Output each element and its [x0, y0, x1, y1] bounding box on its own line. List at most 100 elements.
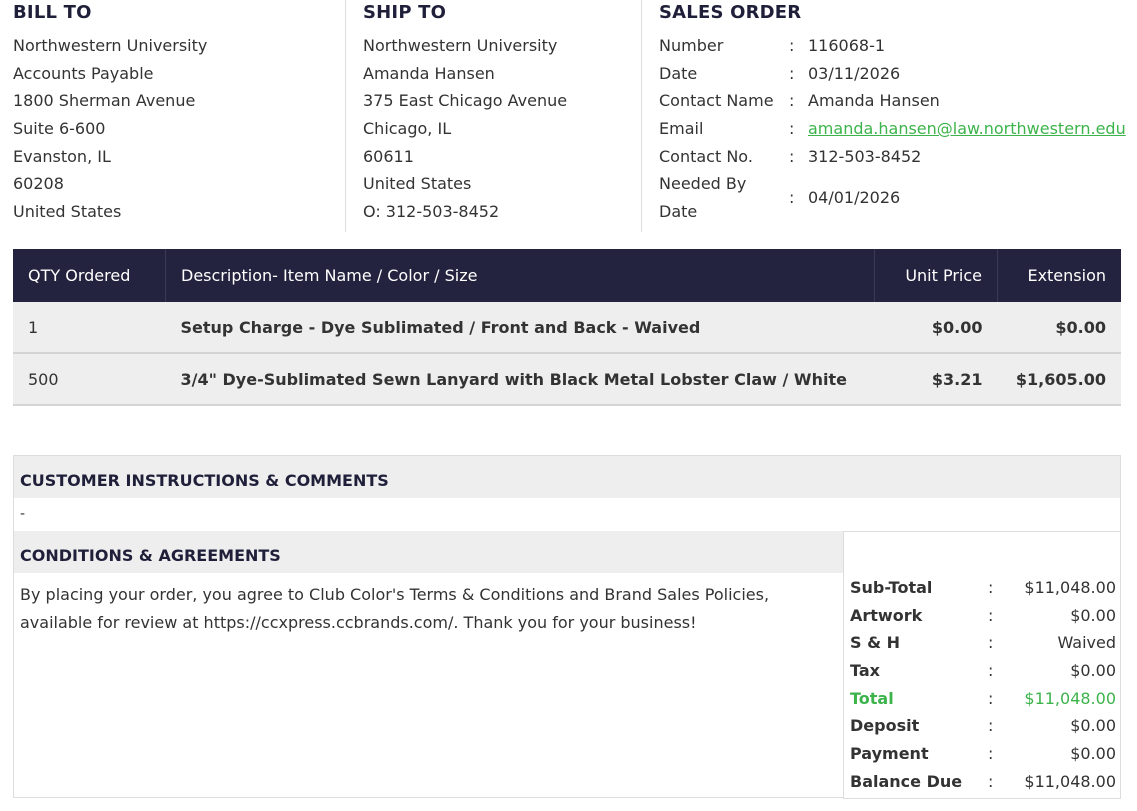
bill-to-line: 1800 Sherman Avenue — [13, 91, 196, 111]
instructions-text: - — [20, 506, 26, 522]
order-number-value: 116068-1 — [808, 36, 886, 55]
totals-box: Sub-Total : $11,048.00 Artwork : $0.00 S… — [843, 531, 1121, 799]
ship-to-line: Chicago, IL — [363, 119, 452, 139]
email-label: Email — [659, 119, 704, 139]
subtotal-label: Sub-Total — [850, 578, 933, 597]
colon: : — [988, 605, 994, 625]
colon: : — [988, 578, 994, 597]
artwork-label: Artwork — [850, 605, 923, 625]
balance-due-value: $11,048.00 — [1024, 771, 1116, 791]
order-number-label: Number — [659, 36, 724, 55]
extension-column-header: Extension — [997, 249, 1121, 302]
address-section: BILL TO Northwestern University Accounts… — [0, 0, 1137, 232]
conditions-box: CONDITIONS & AGREEMENTS By placing your … — [13, 531, 844, 798]
instructions-heading: CUSTOMER INSTRUCTIONS & COMMENTS — [14, 456, 1120, 498]
order-date-row: Date : 03/11/2026 — [659, 60, 1137, 88]
order-date-label: Date — [659, 63, 698, 83]
total-value: $11,048.00 — [1024, 688, 1116, 708]
contact-no-label: Contact No. — [659, 146, 753, 166]
tax-label: Tax — [850, 661, 880, 681]
ship-to-block: SHIP TO Northwestern University Amanda H… — [345, 0, 640, 232]
ship-to-address: Northwestern University Amanda Hansen 37… — [363, 32, 567, 226]
needed-by-row: Needed By Date : 04/01/2026 — [659, 170, 1137, 225]
bill-to-line: Evanston, IL — [13, 146, 111, 166]
needed-by-label: Needed By Date — [659, 174, 747, 222]
table-row: 1 Setup Charge - Dye Sublimated / Front … — [13, 302, 1121, 354]
total-label: Total — [850, 688, 894, 708]
shipping-handling-row: S & H : Waived — [850, 629, 1116, 657]
item-description: Setup Charge - Dye Sublimated / Front an… — [165, 302, 875, 354]
needed-by-value: 04/01/2026 — [808, 188, 901, 208]
line-items-table: QTY Ordered Description- Item Name / Col… — [13, 249, 1121, 406]
item-description: 3/4" Dye-Sublimated Sewn Lanyard with Bl… — [165, 353, 875, 406]
sales-order-heading: SALES ORDER — [659, 2, 802, 23]
qty-column-header: QTY Ordered — [13, 249, 166, 302]
item-unit-price: $0.00 — [874, 302, 998, 354]
colon: : — [988, 661, 994, 681]
item-unit-price: $3.21 — [874, 353, 998, 406]
tax-value: $0.00 — [1070, 661, 1116, 681]
ship-to-line: 60611 — [363, 146, 414, 166]
item-qty: 500 — [13, 353, 166, 406]
item-extension: $0.00 — [997, 302, 1121, 354]
bill-to-line: United States — [13, 202, 122, 222]
colon: : — [988, 688, 994, 708]
item-qty: 1 — [13, 302, 166, 354]
ship-to-heading: SHIP TO — [363, 2, 447, 23]
contact-no-row: Contact No. : 312-503-8452 — [659, 143, 1137, 171]
deposit-value: $0.00 — [1070, 716, 1116, 736]
payment-row: Payment : $0.00 — [850, 740, 1116, 768]
ship-to-line: 375 East Chicago Avenue — [363, 91, 568, 111]
artwork-row: Artwork : $0.00 — [850, 602, 1116, 630]
sh-value: Waived — [1057, 633, 1116, 653]
email-link[interactable]: amanda.hansen@law.northwestern.edu — [808, 119, 1126, 138]
conditions-heading: CONDITIONS & AGREEMENTS — [14, 531, 844, 573]
sales-order-block: SALES ORDER Number : 116068-1 Date : 03/… — [641, 0, 1137, 232]
bill-to-line: Suite 6-600 — [13, 119, 106, 139]
item-extension: $1,605.00 — [997, 353, 1121, 406]
bill-to-heading: BILL TO — [13, 2, 92, 23]
description-column-header: Description- Item Name / Color / Size — [165, 249, 875, 302]
ship-to-line: Northwestern University — [363, 36, 558, 55]
colon: : — [789, 146, 795, 166]
total-row: Total : $11,048.00 — [850, 685, 1116, 713]
payment-label: Payment — [850, 744, 929, 764]
tax-row: Tax : $0.00 — [850, 657, 1116, 685]
totals-list: Sub-Total : $11,048.00 Artwork : $0.00 S… — [850, 574, 1116, 796]
colon: : — [988, 633, 994, 653]
balance-due-label: Balance Due — [850, 771, 963, 791]
contact-name-row: Contact Name : Amanda Hansen — [659, 87, 1137, 115]
unit-price-column-header: Unit Price — [874, 249, 998, 302]
colon: : — [988, 716, 994, 736]
deposit-row: Deposit : $0.00 — [850, 712, 1116, 740]
deposit-label: Deposit — [850, 716, 920, 736]
contact-name-label: Contact Name — [659, 91, 774, 111]
colon: : — [789, 188, 795, 208]
payment-value: $0.00 — [1070, 744, 1116, 764]
customer-instructions-box: CUSTOMER INSTRUCTIONS & COMMENTS - — [13, 455, 1121, 532]
bill-to-block: BILL TO Northwestern University Accounts… — [13, 0, 343, 232]
colon: : — [789, 119, 795, 139]
bill-to-line: Accounts Payable — [13, 63, 154, 83]
artwork-value: $0.00 — [1070, 605, 1116, 625]
colon: : — [988, 744, 994, 764]
bill-to-line: 60208 — [13, 174, 64, 194]
colon: : — [789, 63, 795, 83]
contact-name-value: Amanda Hansen — [808, 91, 940, 111]
ship-to-line: O: 312-503-8452 — [363, 202, 500, 222]
order-number-row: Number : 116068-1 — [659, 32, 1137, 60]
order-date-value: 03/11/2026 — [808, 63, 901, 83]
ship-to-line: Amanda Hansen — [363, 63, 495, 83]
colon: : — [988, 771, 994, 791]
balance-due-row: Balance Due : $11,048.00 — [850, 768, 1116, 796]
email-row: Email : amanda.hansen@law.northwestern.e… — [659, 115, 1137, 143]
subtotal-value: $11,048.00 — [1024, 578, 1116, 597]
bill-to-line: Northwestern University — [13, 36, 208, 55]
bill-to-address: Northwestern University Accounts Payable… — [13, 32, 207, 226]
table-row: 500 3/4" Dye-Sublimated Sewn Lanyard wit… — [13, 353, 1121, 406]
subtotal-row: Sub-Total : $11,048.00 — [850, 574, 1116, 602]
colon: : — [789, 36, 795, 55]
sales-order-details: Number : 116068-1 Date : 03/11/2026 Cont… — [659, 32, 1137, 226]
contact-no-value: 312-503-8452 — [808, 146, 922, 166]
sh-label: S & H — [850, 633, 901, 653]
